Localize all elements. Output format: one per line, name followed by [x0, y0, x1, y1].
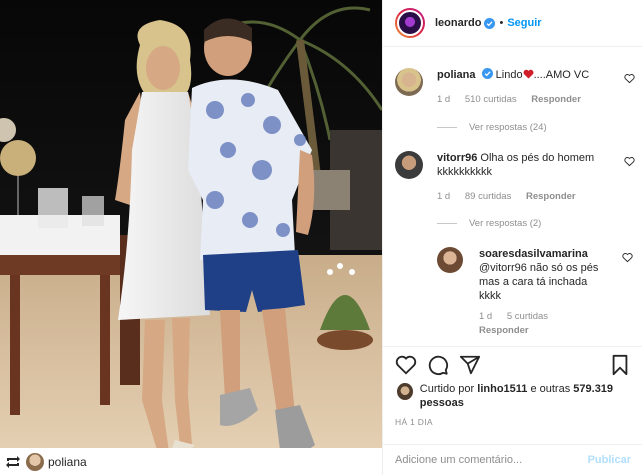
likes-summary: Curtido por linho1511 e outras 579.319 p…	[397, 382, 642, 410]
comment-avatar[interactable]	[395, 68, 423, 96]
comment-icon[interactable]	[427, 354, 449, 376]
liker-username[interactable]: linho1511	[477, 383, 527, 395]
reply-button[interactable]: Responder	[531, 94, 581, 105]
likes-count[interactable]: 579.319	[573, 383, 613, 395]
action-icons	[395, 354, 631, 376]
follow-button[interactable]: Seguir	[507, 17, 541, 29]
verified-icon	[481, 68, 493, 79]
red-heart-emoji-icon	[523, 69, 534, 79]
comment-avatar[interactable]	[395, 151, 423, 179]
repost-icon	[4, 453, 22, 471]
comment-text-end: ....AMO VC	[533, 69, 590, 81]
view-replies-button[interactable]: Ver respostas (2)	[437, 218, 541, 229]
like-comment-heart-icon[interactable]	[624, 156, 635, 167]
reply-item: soaresdasilvamarina @vitorr96 não só os …	[437, 247, 633, 338]
comment-time: 1 d	[479, 311, 493, 322]
liker-avatar[interactable]	[397, 383, 413, 400]
liked-by-prefix: Curtido por	[419, 383, 475, 395]
like-comment-heart-icon[interactable]	[622, 252, 633, 263]
comments-list: poliana Lindo ....AMO VC 1 d 510 curtidas…	[383, 48, 642, 346]
comment-item: poliana Lindo ....AMO VC 1 d 510 curtidas…	[395, 68, 635, 107]
author-avatar[interactable]	[395, 8, 425, 38]
header-separator: •	[499, 17, 504, 29]
author-username[interactable]: leonardo	[435, 17, 481, 29]
verified-icon	[484, 17, 496, 29]
post-header: leonardo • Seguir	[383, 0, 642, 47]
bookmark-icon[interactable]	[609, 354, 631, 376]
comment-meta: 1 d 5 curtidas Responder	[479, 310, 609, 338]
reply-button[interactable]: Responder	[526, 191, 576, 202]
view-replies-label: Ver respostas (2)	[469, 218, 542, 229]
comment-username[interactable]: vitorr96	[437, 152, 477, 164]
comment-input[interactable]	[395, 454, 588, 466]
reply-button[interactable]: Responder	[479, 325, 529, 336]
repost-avatar[interactable]	[26, 452, 44, 471]
comment-username[interactable]: soaresdasilvamarina	[479, 248, 588, 260]
repost-bar: poliana	[0, 448, 382, 475]
publish-button[interactable]: Publicar	[588, 454, 631, 466]
comment-likes[interactable]: 89 curtidas	[465, 191, 511, 202]
comment-item: vitorr96 Olha os pés do homem kkkkkkkkkk…	[395, 151, 635, 204]
view-replies-button[interactable]: Ver respostas (24)	[437, 122, 547, 133]
instagram-post-view: poliana leonardo • Seguir poliana Lindo …	[0, 0, 642, 475]
post-actions: Curtido por linho1511 e outras 579.319 p…	[383, 346, 642, 444]
like-comment-heart-icon[interactable]	[624, 73, 635, 84]
comment-likes[interactable]: 5 curtidas	[507, 311, 548, 322]
comment-meta: 1 d 89 curtidas Responder	[437, 190, 609, 204]
liked-by-suffix[interactable]: pessoas	[420, 397, 464, 409]
comment-username[interactable]: poliana	[437, 69, 476, 81]
comment-text-start: Lindo	[495, 69, 523, 81]
comment-likes[interactable]: 510 curtidas	[465, 94, 517, 105]
comment-avatar[interactable]	[437, 247, 463, 273]
repost-username[interactable]: poliana	[48, 455, 87, 469]
comment-text: @vitorr96 não só os pés mas a cara tá in…	[479, 262, 599, 302]
add-comment-bar: Publicar	[383, 444, 642, 475]
view-replies-label: Ver respostas (24)	[469, 122, 547, 133]
share-icon[interactable]	[459, 354, 481, 376]
liked-by-middle: e outras	[530, 383, 571, 395]
comment-time: 1 d	[437, 94, 451, 105]
heart-icon[interactable]	[395, 354, 417, 376]
comment-meta: 1 d 510 curtidas Responder	[437, 93, 609, 107]
post-image	[0, 0, 382, 475]
post-timestamp[interactable]: HÁ 1 DIA	[395, 417, 433, 427]
post-side-panel: leonardo • Seguir poliana Lindo ....AMO V…	[382, 0, 642, 475]
post-photo[interactable]: poliana	[0, 0, 382, 475]
comment-time: 1 d	[437, 191, 451, 202]
